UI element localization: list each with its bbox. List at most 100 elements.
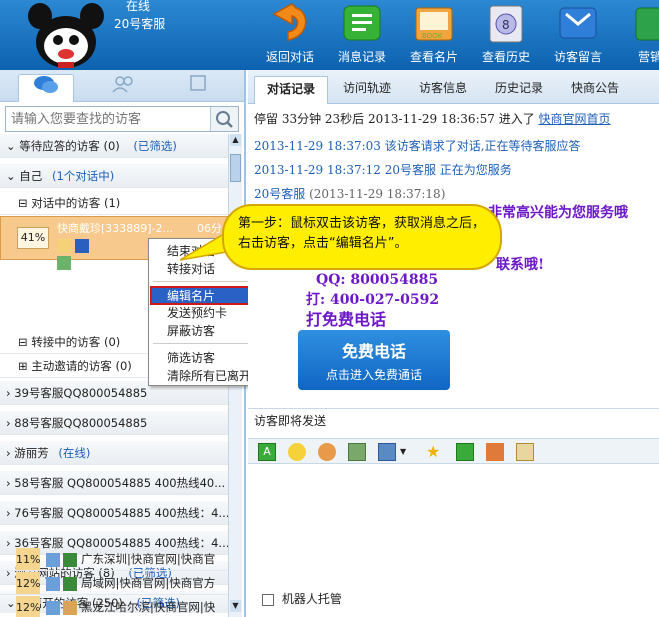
tab-chat-list[interactable]: [18, 74, 74, 102]
visitor-message-button[interactable]: 访客留言: [547, 0, 609, 70]
visitor-search-box: [5, 106, 239, 132]
group-youlifang[interactable]: › 游丽芳 (在线): [0, 441, 228, 465]
pending-message-bar: 访客即将发送: [248, 408, 659, 432]
menu-item-send-appointment[interactable]: 发送预约卡: [167, 305, 227, 321]
tab-contacts[interactable]: [96, 74, 152, 102]
group-agent76[interactable]: › 76号客服 QQ800054885 400热线：4...: [0, 501, 228, 525]
screenshot-icon[interactable]: [378, 443, 396, 461]
left-visitor-list: 11% 广东深圳|快商官网|快商官 12% 局域网|快商官网|快商官方 12% …: [0, 548, 228, 617]
message-record-icon: [343, 5, 381, 41]
dropdown-arrow-icon[interactable]: ▼: [400, 443, 410, 461]
visitor-device-icons: [57, 239, 103, 270]
entry-page-link[interactable]: 快商官网首页: [539, 112, 611, 126]
scroll-up-icon[interactable]: ▲: [230, 134, 241, 146]
group-self-label: 自己: [19, 169, 43, 183]
device-icon: [45, 600, 60, 615]
file-icon[interactable]: [486, 443, 504, 461]
group-waiting-filter[interactable]: (已筛选): [133, 139, 176, 153]
sticker-icon[interactable]: [318, 443, 336, 461]
top-toolbar: 在线 20号客服 返回对话 消息记录 BOOK 查看名片 8 查看历史 访客留言…: [0, 0, 659, 70]
free-call-button[interactable]: 免费电话 点击进入免费通话: [298, 330, 450, 390]
expand-arrow-icon: ›: [6, 476, 11, 490]
image-icon[interactable]: [348, 443, 366, 461]
emoji-icon[interactable]: [288, 443, 306, 461]
expand-arrow-icon: ›: [6, 386, 11, 400]
minus-box-icon: ⊟: [18, 335, 28, 349]
visitor-percent: 12%: [16, 596, 40, 617]
collapse-arrow-icon: ⌄: [6, 169, 16, 183]
group-agent58[interactable]: › 58号客服 QQ800054885 400热线40...: [0, 471, 228, 495]
chat-panel: 对话记录 访问轨迹 访客信息 历史记录 快商公告 停留 33分钟 23秒后 20…: [248, 70, 659, 617]
list-item[interactable]: 11% 广东深圳|快商官网|快商官: [0, 548, 228, 571]
tab-visitor-info[interactable]: 访客信息: [406, 76, 480, 104]
users-icon: [57, 256, 71, 270]
visitor-message-icon: [559, 7, 597, 39]
menu-item-filter-visitor[interactable]: 筛选访客: [167, 350, 215, 366]
group-youlifang-label: 游丽芳: [14, 446, 49, 460]
group-chatting-label: 对话中的访客 (1): [31, 196, 121, 210]
baidu-paw-icon: [74, 239, 89, 253]
view-history-button[interactable]: 8 查看历史: [475, 0, 537, 70]
edit-note-icon[interactable]: [516, 443, 534, 461]
status-text[interactable]: 在线: [126, 0, 150, 14]
list-item[interactable]: 12% 黑龙江哈尔滨|快商官网|快: [0, 596, 228, 617]
message-time: (2013-11-29 18:37:18): [309, 187, 446, 201]
visitor-name: 快商戴珍[333889]-2...: [57, 222, 174, 235]
expand-arrow-icon: ›: [6, 416, 11, 430]
group-invited-label: 主动邀请的访客 (0): [31, 359, 132, 373]
message-record-button[interactable]: 消息记录: [331, 0, 393, 70]
marketing-button[interactable]: 营销: [619, 0, 659, 70]
marketing-icon: [635, 7, 659, 41]
chat-message: 非常高兴能为您服务哦: [488, 205, 628, 221]
group-waiting[interactable]: ⌄ 等待应答的访客 (0) (已筛选): [0, 134, 228, 158]
tab-visit-track[interactable]: 访问轨迹: [332, 76, 402, 104]
collapse-arrow-icon: ⌄: [6, 139, 16, 153]
view-card-label: 查看名片: [409, 50, 458, 64]
robot-hosting-option[interactable]: 机器人托管: [262, 590, 342, 607]
chat-entry-text: 停留 33分钟 23秒后 2013-11-29 18:36:57 进入了: [254, 112, 535, 126]
list-item[interactable]: 12% 局域网|快商官网|快商官方: [0, 572, 228, 595]
group-self-count: (1个对话中): [51, 169, 115, 183]
device-icon: [45, 552, 60, 567]
chat-serving-line: 2013-11-29 18:37:12 20号客服 正在为您服务: [254, 163, 512, 177]
agent-sender: 20号客服: [254, 187, 306, 201]
scroll-down-icon[interactable]: ▼: [230, 600, 241, 612]
visitor-percent: 11%: [16, 548, 40, 570]
visitor-search-input[interactable]: [6, 107, 206, 131]
chat-request-line: 2013-11-29 18:37:03 该访客请求了对话,正在等待客服应答: [254, 139, 581, 153]
robot-hosting-label: 机器人托管: [281, 592, 342, 606]
free-call-subtitle: 点击进入免费通话: [325, 368, 422, 382]
tab-notes[interactable]: [170, 74, 226, 102]
tab-chat-record[interactable]: 对话记录: [254, 76, 328, 104]
font-icon[interactable]: A: [258, 443, 276, 461]
back-to-chat-button[interactable]: 返回对话: [259, 0, 321, 70]
free-call-title: 免费电话: [341, 342, 406, 361]
menu-item-edit-card[interactable]: 编辑名片: [167, 288, 215, 304]
svg-text:BOOK: BOOK: [422, 32, 443, 40]
message-record-label: 消息记录: [337, 50, 386, 64]
search-button[interactable]: [210, 107, 238, 131]
translate-icon[interactable]: [456, 443, 474, 461]
expand-arrow-icon: ›: [6, 506, 11, 520]
group-agent88-label: 88号客服QQ800054885: [14, 416, 148, 430]
tab-announcement[interactable]: 快商公告: [558, 76, 632, 104]
menu-item-block-visitor[interactable]: 屏蔽访客: [167, 323, 215, 339]
user-icon: [57, 239, 71, 253]
favorite-star-icon[interactable]: ★: [426, 443, 444, 461]
marketing-label: 营销: [637, 50, 659, 64]
group-self[interactable]: ⌄ 自己 (1个对话中): [0, 164, 228, 188]
search-icon: [216, 111, 233, 128]
svg-text:8: 8: [502, 18, 510, 32]
group-chatting[interactable]: ⊟ 对话中的访客 (1): [0, 191, 228, 215]
robot-hosting-checkbox[interactable]: [262, 593, 274, 606]
menu-item-transfer-chat[interactable]: 转接对话: [167, 261, 215, 277]
scroll-thumb[interactable]: [230, 154, 241, 182]
view-history-label: 查看历史: [481, 50, 530, 64]
tab-history[interactable]: 历史记录: [482, 76, 556, 104]
visitor-info: 黑龙江哈尔滨|快商官网|快: [80, 600, 216, 614]
contacts-icon: [112, 76, 133, 93]
view-card-button[interactable]: BOOK 查看名片: [403, 0, 465, 70]
group-agent88[interactable]: › 88号客服QQ800054885: [0, 411, 228, 435]
visitor-info: 局域网|快商官网|快商官方: [80, 576, 216, 590]
group-agent39-label: 39号客服QQ800054885: [14, 386, 148, 400]
